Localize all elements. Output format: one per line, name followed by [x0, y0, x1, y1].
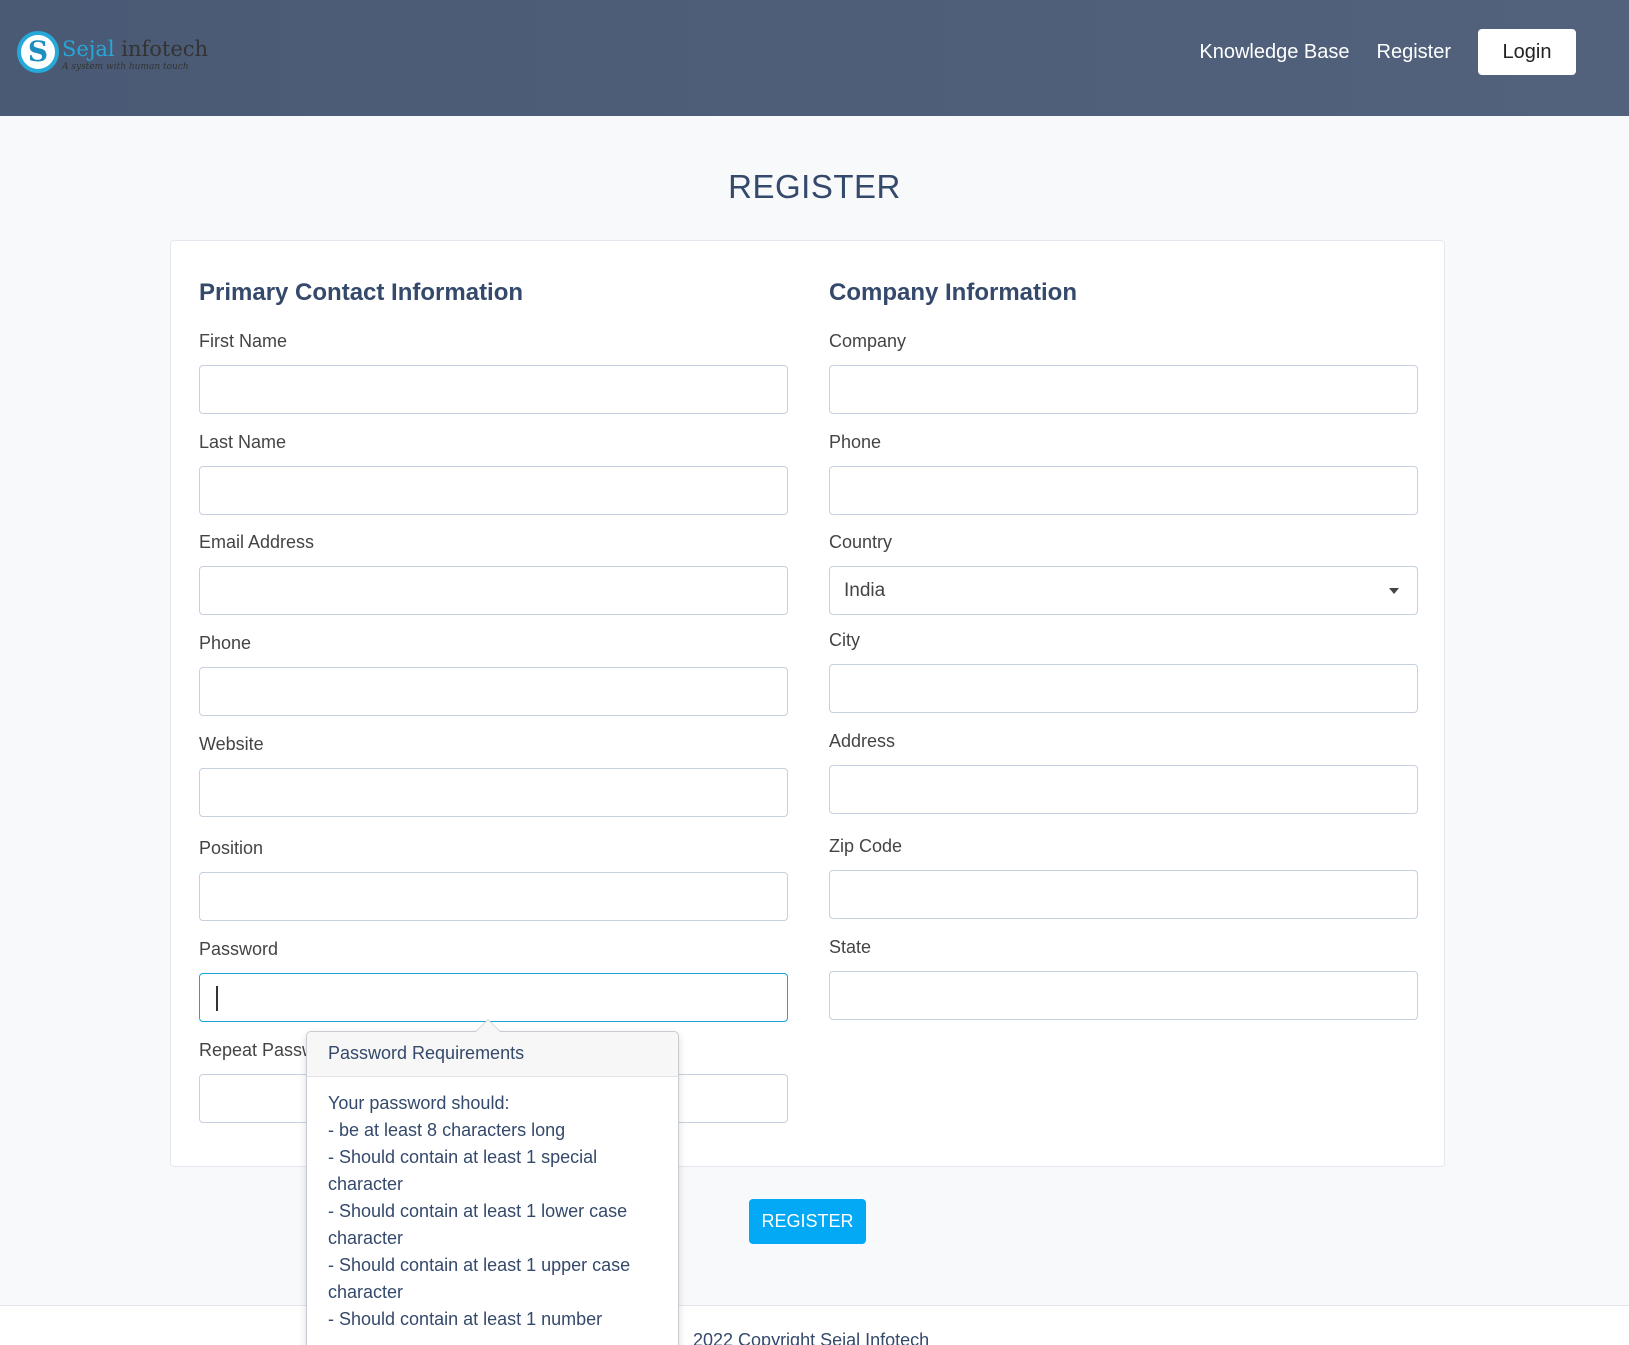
logo-badge-letter: S [27, 35, 49, 68]
register-form-panel: Primary Contact Information First Name L… [170, 240, 1445, 1167]
contact-phone-input[interactable] [199, 667, 788, 716]
logo[interactable]: S Sejal infotech A system with human tou… [17, 31, 208, 73]
popover-arrow [475, 1019, 501, 1032]
footer: 2022 Copyright Sejal Infotech [0, 1305, 1629, 1345]
state-field: State [829, 937, 1418, 1020]
country-selected-value: India [844, 580, 886, 601]
last-name-input[interactable] [199, 466, 788, 515]
nav-register[interactable]: Register [1377, 41, 1451, 64]
website-label: Website [199, 734, 264, 754]
address-label: Address [829, 731, 896, 751]
city-label: City [829, 630, 860, 650]
first-name-input[interactable] [199, 365, 788, 414]
zip-code-label: Zip Code [829, 836, 903, 856]
logo-badge-icon: S [17, 31, 59, 73]
password-field: Password [199, 939, 788, 1022]
nav-knowledge-base[interactable]: Knowledge Base [1199, 41, 1349, 64]
popover-line: - be at least 8 characters long [328, 1120, 566, 1140]
position-field: Position [199, 838, 788, 921]
address-field: Address [829, 731, 1418, 814]
city-input[interactable] [829, 664, 1418, 713]
login-button[interactable]: Login [1478, 29, 1576, 75]
popover-line: - Should contain at least 1 special char… [328, 1147, 598, 1194]
password-input[interactable] [199, 973, 788, 1022]
company-phone-input[interactable] [829, 466, 1418, 515]
register-submit-button[interactable]: REGISTER [749, 1199, 866, 1244]
top-nav: Knowledge Base Register Login [1199, 29, 1576, 75]
last-name-field: Last Name [199, 432, 788, 515]
popover-title: Password Requirements [307, 1032, 678, 1077]
email-input[interactable] [199, 566, 788, 615]
zip-code-input[interactable] [829, 870, 1418, 919]
logo-name-part1: Sejal [62, 37, 115, 61]
password-label: Password [199, 939, 279, 959]
popover-line: Your password should: [328, 1093, 510, 1113]
zip-code-field: Zip Code [829, 836, 1418, 919]
caret-down-icon [1389, 588, 1399, 594]
email-label: Email Address [199, 532, 315, 552]
country-label: Country [829, 532, 893, 552]
page-title: REGISTER [728, 168, 901, 205]
position-input[interactable] [199, 872, 788, 921]
company-field: Company [829, 331, 1418, 414]
company-heading: Company Information [829, 279, 1078, 306]
popover-body: Your password should: - be at least 8 ch… [307, 1077, 678, 1345]
company-input[interactable] [829, 365, 1418, 414]
state-input[interactable] [829, 971, 1418, 1020]
website-input[interactable] [199, 768, 788, 817]
website-field: Website [199, 734, 788, 817]
logo-name-part2: infotech [114, 37, 209, 61]
text-caret [216, 986, 218, 1011]
logo-tagline: A system with human touch [62, 62, 189, 72]
company-phone-field: Phone [829, 432, 1418, 515]
position-label: Position [199, 838, 264, 858]
popover-line: - Should contain at least 1 number [328, 1309, 603, 1329]
top-header: S Sejal infotech A system with human tou… [0, 0, 1629, 116]
country-select[interactable]: India [829, 566, 1418, 615]
company-phone-label: Phone [829, 432, 882, 452]
password-requirements-popover: Password Requirements Your password shou… [306, 1019, 679, 1345]
contact-phone-field: Phone [199, 633, 788, 716]
first-name-field: First Name [199, 331, 788, 414]
footer-copyright: 2022 Copyright Sejal Infotech [693, 1330, 930, 1345]
last-name-label: Last Name [199, 432, 287, 452]
email-field: Email Address [199, 532, 788, 615]
contact-phone-label: Phone [199, 633, 252, 653]
company-label: Company [829, 331, 907, 351]
address-input[interactable] [829, 765, 1418, 814]
state-label: State [829, 937, 872, 957]
popover-line: - Should contain at least 1 upper case c… [328, 1255, 631, 1302]
first-name-label: First Name [199, 331, 288, 351]
city-field: City [829, 630, 1418, 713]
primary-contact-heading: Primary Contact Information [199, 279, 524, 306]
country-field: Country India [829, 532, 1418, 615]
popover-line: - Should contain at least 1 lower case c… [328, 1201, 628, 1248]
logo-name: Sejal infotech [62, 38, 208, 60]
